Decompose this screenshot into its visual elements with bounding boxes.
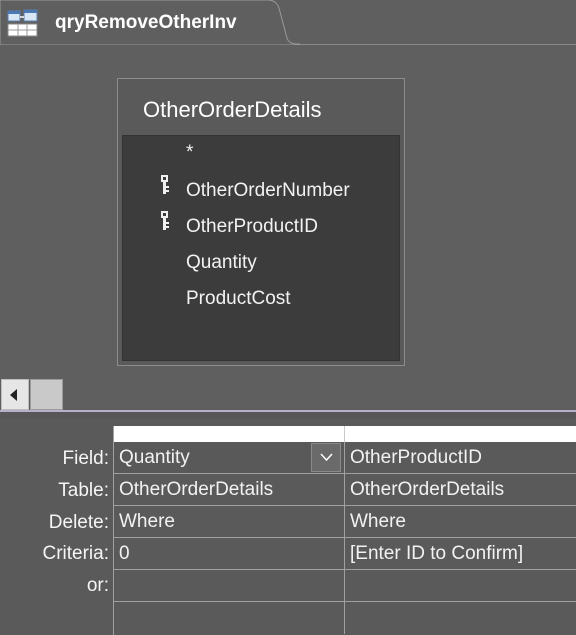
field-quantity[interactable]: Quantity (186, 252, 257, 274)
row-label-table: Table: (58, 480, 109, 501)
primary-key-icon (160, 174, 170, 196)
tab-strip-divider (282, 44, 576, 45)
field-other-product-id[interactable]: OtherProductID (186, 216, 318, 238)
chevron-down-icon (320, 453, 333, 462)
column-selector[interactable] (345, 426, 576, 442)
pane-splitter[interactable] (0, 410, 576, 419)
grid-cell-field-value: Quantity (119, 447, 190, 468)
grid-cell-empty[interactable] (114, 602, 345, 634)
field-all-asterisk[interactable]: * (186, 142, 193, 164)
scroll-left-button[interactable] (1, 379, 29, 410)
grid-cell-criteria[interactable]: 0 (114, 538, 345, 570)
tab-title: qryRemoveOtherInv (55, 12, 237, 33)
query-design-icon (7, 9, 39, 37)
grid-cell-field[interactable]: OtherProductID (345, 442, 576, 474)
grid-cell-criteria[interactable]: [Enter ID to Confirm] (345, 538, 576, 570)
field-dropdown-button[interactable] (311, 443, 341, 472)
field-list[interactable]: * OtherOrderNumber OtherProductID Quanti… (122, 135, 400, 361)
document-tab-strip: qryRemoveOtherInv (0, 0, 576, 45)
grid-cell-field[interactable]: Quantity (114, 442, 345, 474)
grid-cell-empty[interactable] (345, 602, 576, 634)
tab-query[interactable]: qryRemoveOtherInv (0, 0, 300, 45)
grid-cell-table[interactable]: OtherOrderDetails (114, 474, 345, 506)
grid-cell-table[interactable]: OtherOrderDetails (345, 474, 576, 506)
horizontal-scrollbar[interactable] (0, 379, 576, 410)
table-field-list-box[interactable]: OtherOrderDetails * OtherOrderNumber Oth… (117, 78, 405, 366)
grid-cell-delete[interactable]: Where (345, 506, 576, 538)
query-grid: Quantity OtherOrderDetails Where 0 Other… (113, 426, 576, 635)
table-title[interactable]: OtherOrderDetails (143, 97, 322, 123)
grid-cell-delete[interactable]: Where (114, 506, 345, 538)
scroll-thumb[interactable] (30, 379, 63, 410)
row-label-criteria: Criteria: (42, 543, 109, 564)
field-other-order-number[interactable]: OtherOrderNumber (186, 180, 350, 202)
row-label-field: Field: (62, 448, 109, 469)
grid-cell-or[interactable] (345, 570, 576, 602)
field-product-cost[interactable]: ProductCost (186, 288, 291, 310)
grid-cell-or[interactable] (114, 570, 345, 602)
primary-key-icon (160, 210, 170, 232)
row-label-delete: Delete: (48, 512, 109, 533)
column-selector[interactable] (114, 426, 345, 442)
row-label-or: or: (86, 575, 109, 596)
